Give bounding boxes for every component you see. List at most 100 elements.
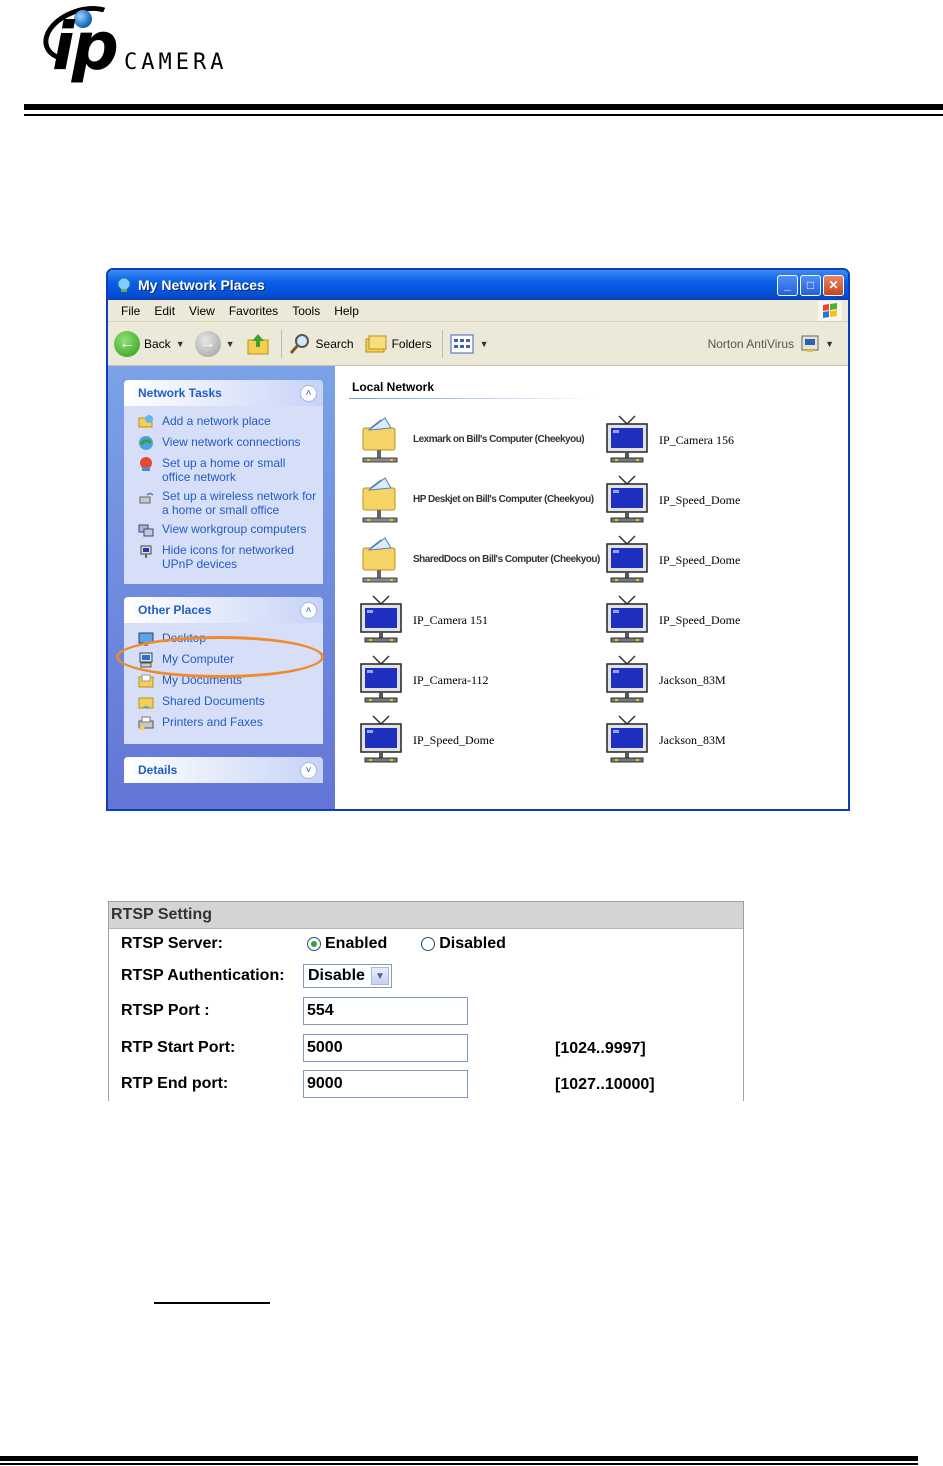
network-camera-item[interactable]: IP_Camera 156 <box>603 410 797 470</box>
network-camera-item[interactable]: IP_Camera 151 <box>357 590 603 650</box>
up-button[interactable] <box>245 331 271 357</box>
network-connections-icon <box>139 436 153 450</box>
place-shared-documents[interactable]: Shared Documents <box>138 694 317 710</box>
rtsp-auth-label: RTSP Authentication: <box>121 967 285 984</box>
network-item-label: IP_Camera 151 <box>413 613 488 627</box>
network-camera-item[interactable]: IP_Speed_Dome <box>603 470 797 530</box>
rtsp-port-input[interactable]: 554 <box>303 997 468 1025</box>
search-icon <box>289 333 309 354</box>
text-underline <box>154 1302 270 1304</box>
views-button[interactable]: ▼ <box>449 333 489 355</box>
footer-rule-thin <box>0 1463 918 1465</box>
rtsp-enabled-radio[interactable]: Enabled <box>307 935 387 953</box>
expand-chevron-icon[interactable]: ˅ <box>300 761 317 779</box>
menu-view[interactable]: View <box>189 304 215 318</box>
ip-camera-logo: ip CAMERA <box>35 0 300 96</box>
other-places-title: Other Places <box>138 603 212 617</box>
details-title: Details <box>138 763 178 777</box>
place-printers-faxes[interactable]: Printers and Faxes <box>138 715 317 731</box>
network-camera-icon <box>606 535 648 583</box>
place-desktop[interactable]: Desktop <box>138 631 317 647</box>
back-arrow-icon: ← <box>114 330 140 357</box>
collapse-chevron-icon[interactable]: ˄ <box>300 601 317 619</box>
network-camera-item[interactable]: IP_Speed_Dome <box>603 530 797 590</box>
other-places-panel: Other Places ˄ Desktop My Computer My Do… <box>124 597 323 744</box>
collapse-chevron-icon[interactable]: ˄ <box>300 384 317 402</box>
views-dropdown-icon[interactable]: ▼ <box>480 339 489 349</box>
folders-button[interactable]: Folders <box>364 333 432 355</box>
task-home-network[interactable]: Set up a home or small office network <box>138 456 317 484</box>
rtsp-server-label: RTSP Server: <box>121 935 223 952</box>
back-label: Back <box>144 336 171 351</box>
radio-unselected-icon <box>421 937 436 951</box>
network-camera-icon <box>360 655 402 703</box>
network-places-icon <box>117 277 131 292</box>
views-icon <box>450 334 474 353</box>
rtsp-port-label: RTSP Port : <box>121 1002 210 1019</box>
menu-tools[interactable]: Tools <box>292 304 320 318</box>
search-label: Search <box>315 336 354 351</box>
network-camera-icon <box>606 715 648 763</box>
details-header[interactable]: Details ˅ <box>124 757 323 783</box>
title-bar[interactable]: My Network Places _ □ ✕ <box>108 270 848 300</box>
back-button[interactable]: ← Back ▼ <box>114 330 185 357</box>
task-workgroup-computers[interactable]: View workgroup computers <box>138 522 317 538</box>
network-share-icon <box>362 477 398 523</box>
network-content-area: Local Network Lexmark on Bill's Computer… <box>335 366 848 809</box>
rtp-start-port-input[interactable]: 5000 <box>303 1034 468 1062</box>
network-share-item[interactable]: Lexmark on Bill's Computer (Cheekyou) <box>357 410 603 470</box>
task-add-network-place[interactable]: Add a network place <box>138 414 317 430</box>
back-dropdown-icon[interactable]: ▼ <box>176 339 185 349</box>
menu-file[interactable]: File <box>121 304 140 318</box>
rtsp-disabled-radio[interactable]: Disabled <box>421 935 506 953</box>
norton-dropdown-icon[interactable]: ▼ <box>825 339 834 349</box>
local-network-title: Local Network <box>352 380 435 394</box>
home-network-icon <box>140 457 152 471</box>
close-button[interactable]: ✕ <box>823 274 844 296</box>
windows-flag-icon <box>818 301 842 321</box>
task-hide-upnp-icons[interactable]: Hide icons for networked UPnP devices <box>138 543 317 571</box>
search-button[interactable]: Search <box>288 332 354 356</box>
network-camera-item[interactable]: Jackson_83M <box>603 650 797 710</box>
add-network-place-icon <box>138 415 153 428</box>
rtsp-auth-select[interactable]: Disable ▼ <box>303 964 392 988</box>
rtsp-settings-panel: RTSP Setting RTSP Server: Enabled Disabl… <box>108 901 744 1101</box>
network-share-item[interactable]: SharedDocs on Bill's Computer (Cheekyou) <box>357 530 603 590</box>
network-item-label: Lexmark on Bill's Computer (Cheekyou) <box>413 434 585 445</box>
logo-word: CAMERA <box>124 50 228 75</box>
network-camera-item[interactable]: IP_Camera-112 <box>357 650 603 710</box>
place-my-computer[interactable]: My Computer <box>138 652 317 668</box>
forward-button[interactable]: → ▼ <box>194 330 235 357</box>
menu-edit[interactable]: Edit <box>154 304 175 318</box>
network-camera-item[interactable]: IP_Speed_Dome <box>357 710 603 770</box>
maximize-button[interactable]: □ <box>800 274 821 296</box>
menu-favorites[interactable]: Favorites <box>229 304 278 318</box>
other-places-header[interactable]: Other Places ˄ <box>124 597 323 623</box>
wireless-network-icon <box>139 492 154 504</box>
menu-help[interactable]: Help <box>334 304 359 318</box>
network-tasks-header[interactable]: Network Tasks ˄ <box>124 380 323 406</box>
task-wireless-network[interactable]: Set up a wireless network for a home or … <box>138 489 317 517</box>
other-places-list: Desktop My Computer My Documents Shared … <box>124 623 323 744</box>
network-tasks-panel: Network Tasks ˄ Add a network place View… <box>124 380 323 584</box>
network-camera-icon <box>606 595 648 643</box>
network-camera-item[interactable]: Jackson_83M <box>603 710 797 770</box>
network-tasks-title: Network Tasks <box>138 386 222 400</box>
network-camera-item[interactable]: IP_Speed_Dome <box>603 590 797 650</box>
rtsp-settings-title: RTSP Setting <box>109 902 743 929</box>
forward-dropdown-icon[interactable]: ▼ <box>226 339 235 349</box>
rtp-end-port-input[interactable]: 9000 <box>303 1070 468 1098</box>
details-panel: Details ˅ <box>124 757 323 783</box>
place-my-documents[interactable]: My Documents <box>138 673 317 689</box>
chevron-down-icon[interactable]: ▼ <box>370 967 389 985</box>
my-computer-icon <box>139 652 153 668</box>
task-view-network-connections[interactable]: View network connections <box>138 435 317 451</box>
network-share-item[interactable]: HP Deskjet on Bill's Computer (Cheekyou) <box>357 470 603 530</box>
norton-antivirus-button[interactable]: Norton AntiVirus ▼ <box>708 334 834 354</box>
rtsp-auth-row: RTSP Authentication: Disable ▼ <box>121 962 392 990</box>
minimize-button[interactable]: _ <box>777 274 798 296</box>
network-camera-icon <box>606 475 648 523</box>
rtp-start-port-row: RTP Start Port: <box>121 1034 303 1062</box>
forward-arrow-icon: → <box>194 330 221 357</box>
network-item-label: HP Deskjet on Bill's Computer (Cheekyou) <box>413 494 594 505</box>
